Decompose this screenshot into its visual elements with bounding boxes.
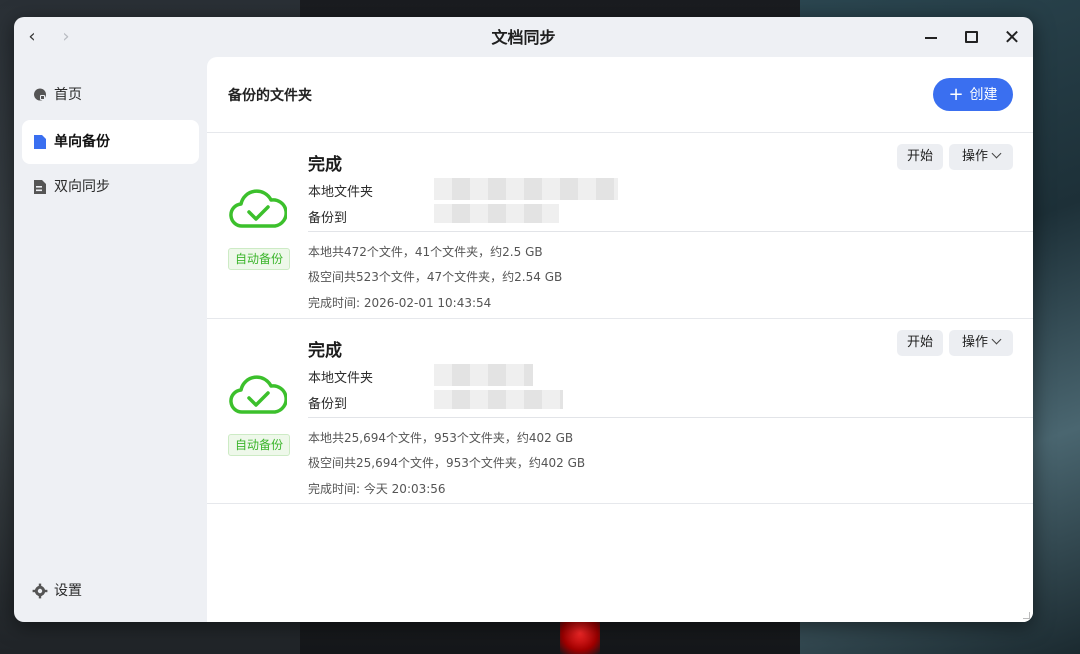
page-title: 备份的文件夹 (228, 88, 312, 104)
title-bar: ‹ › 文档同步 ✕ (14, 17, 1033, 57)
create-button-label: 创建 (969, 87, 998, 103)
sidebar: 首页 单向备份 双向同步 设置 (14, 57, 207, 622)
start-button[interactable]: 开始 (897, 144, 943, 170)
sidebar-item-two-way-sync[interactable]: 双向同步 (22, 165, 199, 209)
sidebar-item-label: 首页 (54, 87, 82, 103)
sync-file-icon (33, 179, 47, 195)
sidebar-item-home[interactable]: 首页 (22, 73, 199, 117)
redacted-local-path (434, 178, 618, 200)
task-divider (207, 503, 1033, 504)
resize-grip[interactable] (1023, 612, 1030, 619)
auto-backup-badge: 自动备份 (228, 434, 291, 456)
card-divider (308, 231, 1033, 232)
cloud-check-icon (229, 368, 288, 418)
redacted-target-path (434, 204, 559, 223)
redacted-target-path (434, 390, 563, 409)
backup-task-card: 自动备份 完成 本地文件夹 备份到 本地共25,694个文件，953个文件夹，约… (207, 319, 1033, 504)
sidebar-item-one-way-backup[interactable]: 单向备份 (22, 120, 199, 164)
operations-dropdown[interactable]: 操作 (949, 144, 1013, 170)
backup-target-label: 备份到 (308, 211, 348, 226)
minimize-button[interactable] (920, 27, 942, 47)
sidebar-item-label: 双向同步 (54, 179, 110, 195)
finished-time: 完成时间: 2026-02-01 10:43:54 (308, 296, 492, 310)
chevron-down-icon (991, 148, 1002, 159)
backup-task-card: 自动备份 完成 本地文件夹 备份到 本地共472个文件，41个文件夹，约2.5 … (207, 133, 1033, 318)
remote-stats: 极空间共25,694个文件，953个文件夹，约402 GB (308, 456, 586, 470)
operations-label: 操作 (961, 335, 988, 350)
operations-dropdown[interactable]: 操作 (949, 330, 1013, 356)
window-title: 文档同步 (491, 28, 556, 47)
task-status: 完成 (308, 155, 342, 175)
main-panel: 备份的文件夹 + 创建 自动备份 完成 本地文件夹 备份到 本地共472个文件，4… (207, 57, 1033, 622)
backup-target-label: 备份到 (308, 397, 348, 412)
backup-file-icon (33, 134, 47, 150)
redacted-local-path (434, 364, 533, 386)
app-window: ‹ › 文档同步 ✕ 首页 单向备份 双向同步 设置 备份的文件夹 + 创建 自… (14, 17, 1033, 622)
auto-backup-badge: 自动备份 (228, 248, 291, 270)
local-folder-label: 本地文件夹 (308, 185, 374, 200)
cloud-check-icon (229, 182, 288, 232)
local-folder-label: 本地文件夹 (308, 371, 374, 386)
settings-label: 设置 (54, 583, 82, 599)
operations-label: 操作 (961, 149, 988, 164)
task-status: 完成 (308, 341, 342, 361)
local-stats: 本地共472个文件，41个文件夹，约2.5 GB (308, 245, 543, 259)
remote-stats: 极空间共523个文件，47个文件夹，约2.54 GB (308, 270, 563, 284)
card-divider (308, 417, 1033, 418)
home-icon (33, 87, 47, 103)
start-button[interactable]: 开始 (897, 330, 943, 356)
close-icon[interactable]: ✕ (1001, 27, 1023, 47)
chevron-down-icon (991, 334, 1002, 345)
gear-icon (32, 583, 48, 599)
plus-icon: + (948, 84, 964, 105)
sidebar-item-label: 单向备份 (54, 134, 110, 150)
local-stats: 本地共25,694个文件，953个文件夹，约402 GB (308, 431, 574, 445)
maximize-button[interactable] (960, 27, 982, 47)
create-button[interactable]: + 创建 (933, 78, 1013, 111)
finished-time: 完成时间: 今天 20:03:56 (308, 482, 446, 496)
